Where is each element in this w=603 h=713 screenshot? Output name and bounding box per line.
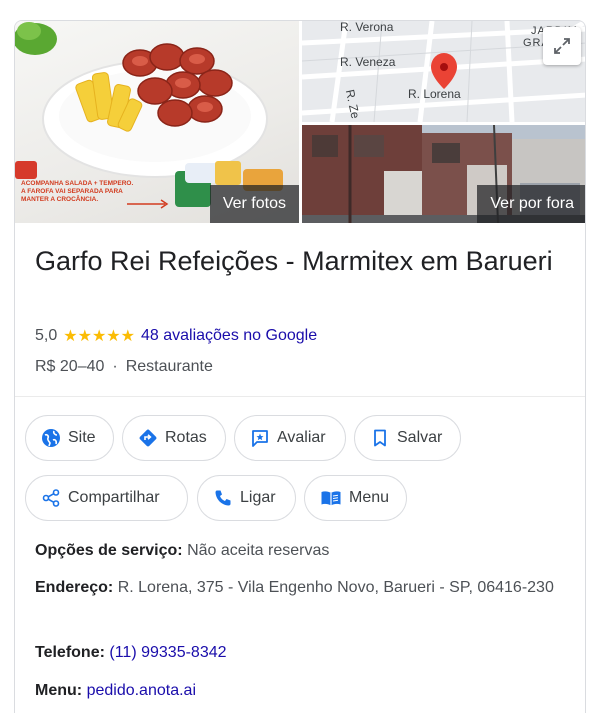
share-icon: [42, 489, 60, 507]
address-row: Endereço: R. Lorena, 375 - Vila Engenho …: [35, 574, 555, 602]
promo-line: MANTER A CROCÂNCIA.: [21, 196, 99, 203]
star-rating-icon: ★★★★★: [63, 328, 135, 345]
price-range: R$ 20–40: [35, 358, 105, 375]
meta-row: R$ 20–40 · Restaurante: [35, 358, 213, 376]
rating-value: 5,0: [35, 327, 58, 344]
review-star-icon: [252, 430, 268, 447]
map-street-label: R. Verona: [340, 21, 394, 34]
save-button[interactable]: Salvar: [354, 415, 461, 461]
expand-icon: [554, 38, 570, 54]
menu-row-label: Menu:: [35, 682, 83, 699]
call-label: Ligar: [240, 489, 276, 506]
view-photos-button[interactable]: Ver fotos: [209, 185, 299, 223]
site-button[interactable]: Site: [25, 415, 114, 461]
service-options-value: Não aceita reservas: [187, 542, 330, 559]
address-value: R. Lorena, 375 - Vila Engenho Novo, Baru…: [117, 579, 554, 596]
directions-icon: [139, 429, 157, 447]
promo-line: A FAROFA VAI SEPARADA PARA: [21, 188, 123, 195]
open-book-icon: [321, 491, 341, 506]
category: Restaurante: [125, 358, 213, 375]
street-photo[interactable]: Ver por fora: [302, 125, 585, 223]
divider: [15, 396, 585, 397]
phone-label: Telefone:: [35, 644, 105, 661]
promo-text: ACOMPANHA SALADA + TEMPERO. A FAROFA VAI…: [21, 180, 133, 204]
menu-label: Menu: [349, 489, 390, 506]
service-options-row: Opções de serviço: Não aceita reservas: [35, 537, 555, 565]
bookmark-icon: [374, 429, 386, 447]
directions-label: Rotas: [165, 429, 207, 446]
business-name: Garfo Rei Refeições - Marmitex em Baruer…: [35, 246, 553, 276]
site-label: Site: [68, 429, 96, 446]
rating-row: 5,0 ★★★★★ 48 avaliações no Google: [35, 324, 317, 348]
share-button[interactable]: Compartilhar: [25, 475, 188, 521]
globe-icon: [42, 429, 60, 447]
promo-line: ACOMPANHA SALADA + TEMPERO.: [21, 180, 134, 187]
food-photo[interactable]: ACOMPANHA SALADA + TEMPERO. A FAROFA VAI…: [15, 21, 299, 223]
service-options-label: Opções de serviço:: [35, 542, 183, 559]
view-outside-button[interactable]: Ver por fora: [477, 185, 585, 223]
address-label: Endereço:: [35, 579, 114, 596]
save-label: Salvar: [397, 429, 443, 446]
separator-dot: ·: [112, 358, 118, 375]
phone-icon: [215, 490, 231, 506]
review-label: Avaliar: [277, 429, 326, 446]
menu-link[interactable]: pedido.anota.ai: [87, 682, 196, 699]
knowledge-panel: ACOMPANHA SALADA + TEMPERO. A FAROFA VAI…: [14, 20, 586, 713]
map-street-label: R. Lorena: [408, 87, 461, 101]
menu-button[interactable]: Menu: [304, 475, 407, 521]
phone-row: Telefone: (11) 99335-8342: [35, 639, 555, 667]
reviews-link[interactable]: 48 avaliações no Google: [141, 327, 317, 345]
phone-link[interactable]: (11) 99335-8342: [109, 644, 226, 661]
expand-map-button[interactable]: [543, 27, 581, 65]
photo-strip: ACOMPANHA SALADA + TEMPERO. A FAROFA VAI…: [15, 21, 585, 223]
map-street-label: R. Veneza: [340, 55, 396, 69]
review-button[interactable]: Avaliar: [234, 415, 346, 461]
call-button[interactable]: Ligar: [197, 475, 296, 521]
directions-button[interactable]: Rotas: [122, 415, 226, 461]
map-thumbnail[interactable]: R. Verona R. Veneza R. Lorena R. Ze JARD…: [302, 21, 585, 122]
share-label: Compartilhar: [68, 489, 160, 506]
menu-row: Menu: pedido.anota.ai: [35, 677, 555, 705]
